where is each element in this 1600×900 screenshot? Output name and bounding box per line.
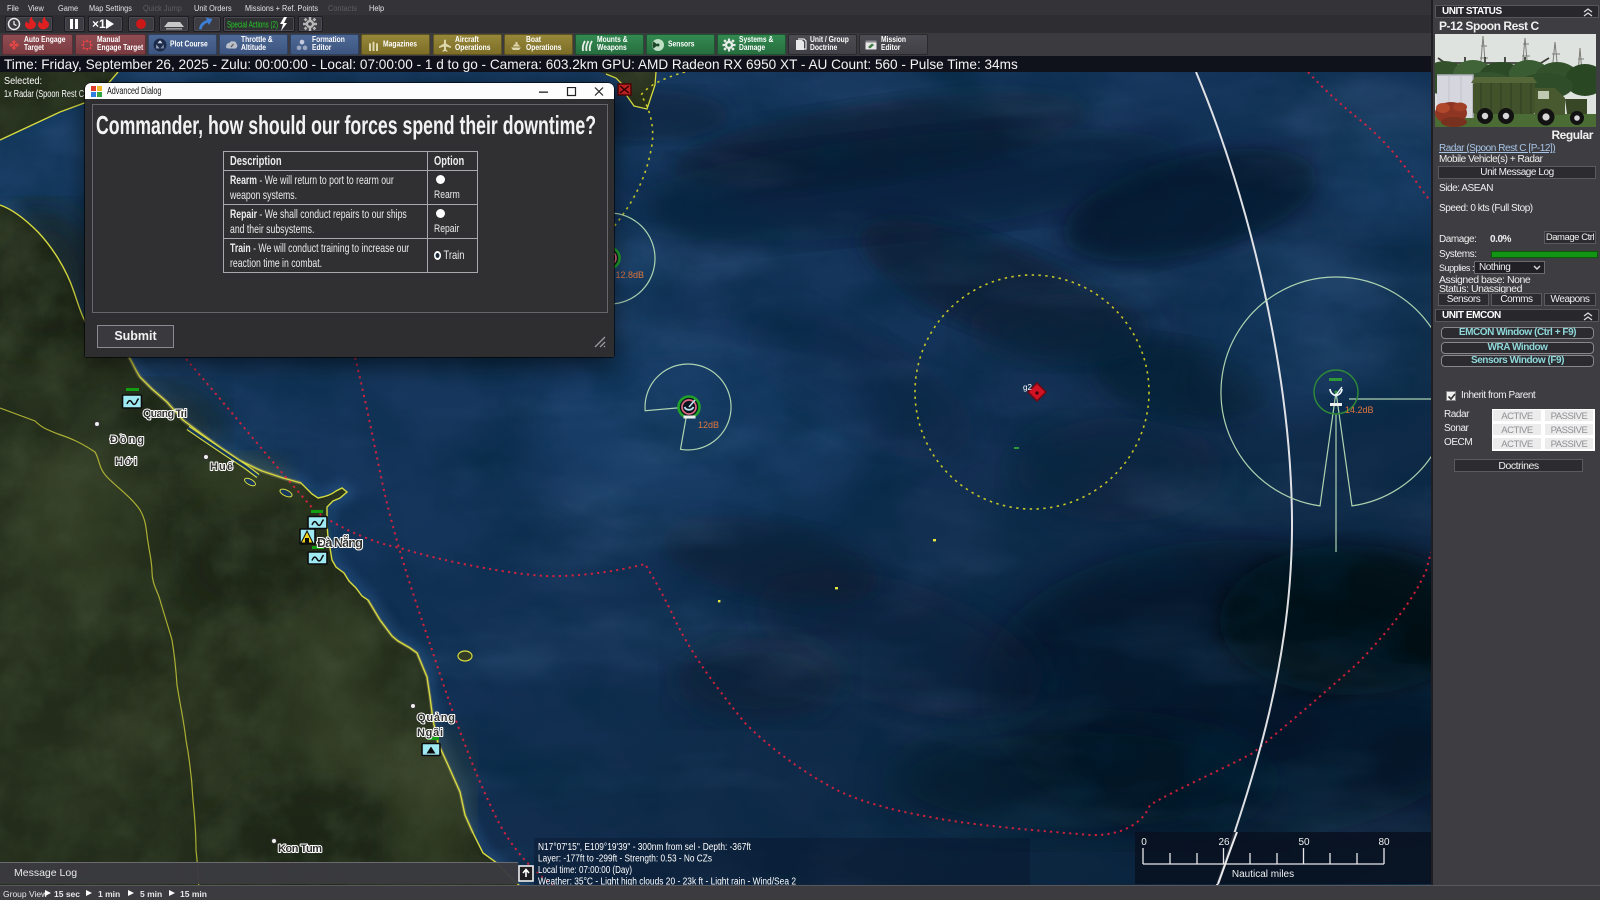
- svg-text:Kon Tum: Kon Tum: [278, 843, 322, 855]
- svg-text:×1: ×1: [92, 17, 106, 31]
- svg-text:Đà Nẵng: Đà Nẵng: [317, 535, 363, 550]
- svg-text:26: 26: [1218, 837, 1230, 848]
- svg-text:Hới: Hới: [115, 456, 137, 468]
- svg-text:Local time: 07:00:00 (Day): Local time: 07:00:00 (Day): [538, 865, 632, 876]
- svg-text:14.2dB: 14.2dB: [1345, 405, 1374, 415]
- svg-text:1x Radar (Spoon Rest C: 1x Radar (Spoon Rest C: [4, 88, 84, 100]
- svg-text:Quảng: Quảng: [417, 712, 455, 724]
- svg-text:Selected:: Selected:: [4, 75, 42, 87]
- svg-text:Message Log: Message Log: [14, 867, 77, 879]
- svg-text:12.8dB: 12.8dB: [616, 270, 645, 280]
- svg-text:0: 0: [1141, 837, 1147, 848]
- svg-text:Quang Tri: Quang Tri: [143, 408, 187, 420]
- svg-text:Nautical miles: Nautical miles: [1232, 869, 1294, 880]
- svg-text:N17°07'15", E109°19'39" - 300n: N17°07'15", E109°19'39" - 300nm from sel…: [538, 842, 751, 853]
- svg-text:Special Actions (2): Special Actions (2): [227, 20, 278, 31]
- svg-text:12dB: 12dB: [698, 420, 719, 430]
- svg-text:Layer: -177ft to -299ft - Stre: Layer: -177ft to -299ft - Strength: 0.53…: [538, 854, 712, 865]
- svg-text:80: 80: [1378, 837, 1390, 848]
- svg-text:50: 50: [1298, 837, 1310, 848]
- svg-text:Huế: Huế: [210, 461, 234, 473]
- svg-text:Ngãi: Ngãi: [417, 727, 443, 739]
- svg-text:g2: g2: [1023, 383, 1032, 392]
